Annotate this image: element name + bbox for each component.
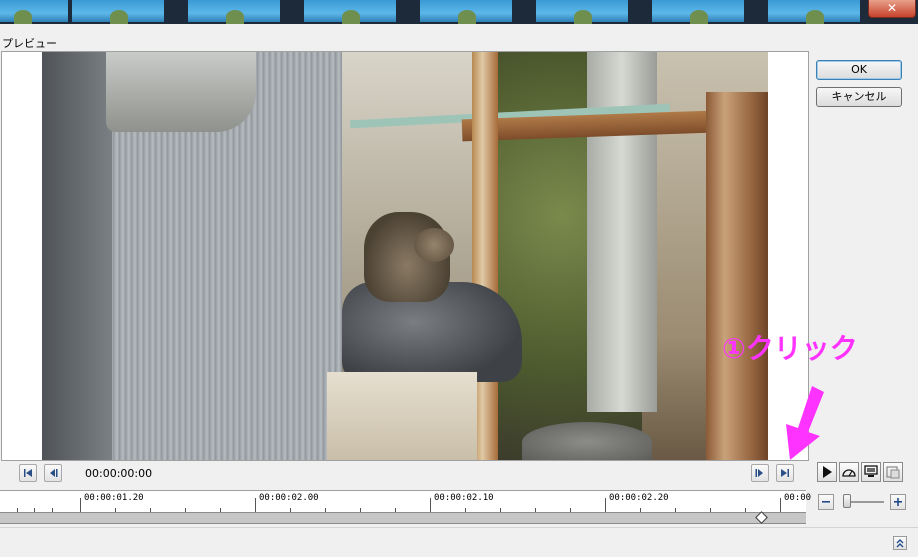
filmstrip-thumbnail[interactable] <box>0 0 68 24</box>
timeline-track[interactable] <box>0 512 806 524</box>
ruler-label: 00:00:02.10 <box>434 493 494 503</box>
filmstrip-thumbnail[interactable] <box>420 0 512 24</box>
ruler-label: 00:00:02.00 <box>259 493 319 503</box>
go-to-end-button[interactable] <box>776 464 794 482</box>
bottom-bar <box>0 527 918 557</box>
double-chevron-up-icon <box>896 539 904 548</box>
filmstrip-thumbnail[interactable] <box>304 0 396 24</box>
minus-icon <box>822 501 830 503</box>
ruler-label: 00:00 <box>784 493 812 503</box>
plus-icon <box>894 498 902 506</box>
preview-label: プレビュー <box>2 37 57 50</box>
filmstrip: ✕ <box>0 0 918 24</box>
cancel-button[interactable]: キャンセル <box>816 87 902 107</box>
annotation-text: ①クリック <box>722 332 858 365</box>
video-scene-box <box>327 372 477 460</box>
zoom-out-button[interactable] <box>818 494 834 510</box>
next-frame-button[interactable] <box>751 464 769 482</box>
video-scene-rust-post <box>706 92 768 460</box>
filmstrip-thumbnail[interactable] <box>72 0 164 24</box>
ruler-tick <box>430 498 431 512</box>
video-scene-stone <box>522 422 652 460</box>
gauge-icon <box>842 469 856 477</box>
close-button[interactable]: ✕ <box>868 0 916 18</box>
previous-frame-button[interactable] <box>44 464 62 482</box>
display-output-button[interactable] <box>861 462 881 482</box>
zoom-in-button[interactable] <box>890 494 906 510</box>
video-scene-shadow <box>42 52 112 460</box>
ruler-label: 00:00:01.20 <box>84 493 144 503</box>
timecode-display: 00:00:00:00 <box>85 467 153 480</box>
video-preview <box>42 52 768 460</box>
ruler-label: 00:00:02.20 <box>609 493 669 503</box>
step-forward-icon <box>755 469 763 477</box>
skip-to-end-icon <box>781 469 789 477</box>
snapshot-button[interactable] <box>883 462 903 482</box>
play-button[interactable] <box>817 462 837 482</box>
ruler-tick <box>255 498 256 512</box>
preview-frame <box>1 51 809 461</box>
filmstrip-thumbnail[interactable] <box>768 0 860 24</box>
go-to-start-button[interactable] <box>19 464 37 482</box>
ruler-tick <box>80 498 81 512</box>
skip-to-start-icon <box>24 469 32 477</box>
step-back-icon <box>50 469 58 477</box>
video-scene-pipe <box>106 52 256 132</box>
snapshot-icon <box>886 466 900 479</box>
filmstrip-thumbnail[interactable] <box>536 0 628 24</box>
filmstrip-thumbnail[interactable] <box>188 0 280 24</box>
ok-button[interactable]: OK <box>816 60 902 80</box>
expand-button[interactable] <box>893 536 907 550</box>
annotation-arrow-icon <box>786 386 824 460</box>
video-scene-cat-head <box>414 228 454 262</box>
zoom-slider-thumb[interactable] <box>843 494 851 508</box>
monitor-icon <box>864 465 878 477</box>
filmstrip-thumbnail[interactable] <box>652 0 744 24</box>
playback-speed-button[interactable] <box>839 462 859 482</box>
timeline-ruler[interactable]: 00:00:01.20 00:00:02.00 00:00:02.10 00:0… <box>0 490 811 512</box>
play-icon <box>823 466 832 478</box>
ruler-tick <box>605 498 606 512</box>
ruler-tick <box>780 498 781 512</box>
